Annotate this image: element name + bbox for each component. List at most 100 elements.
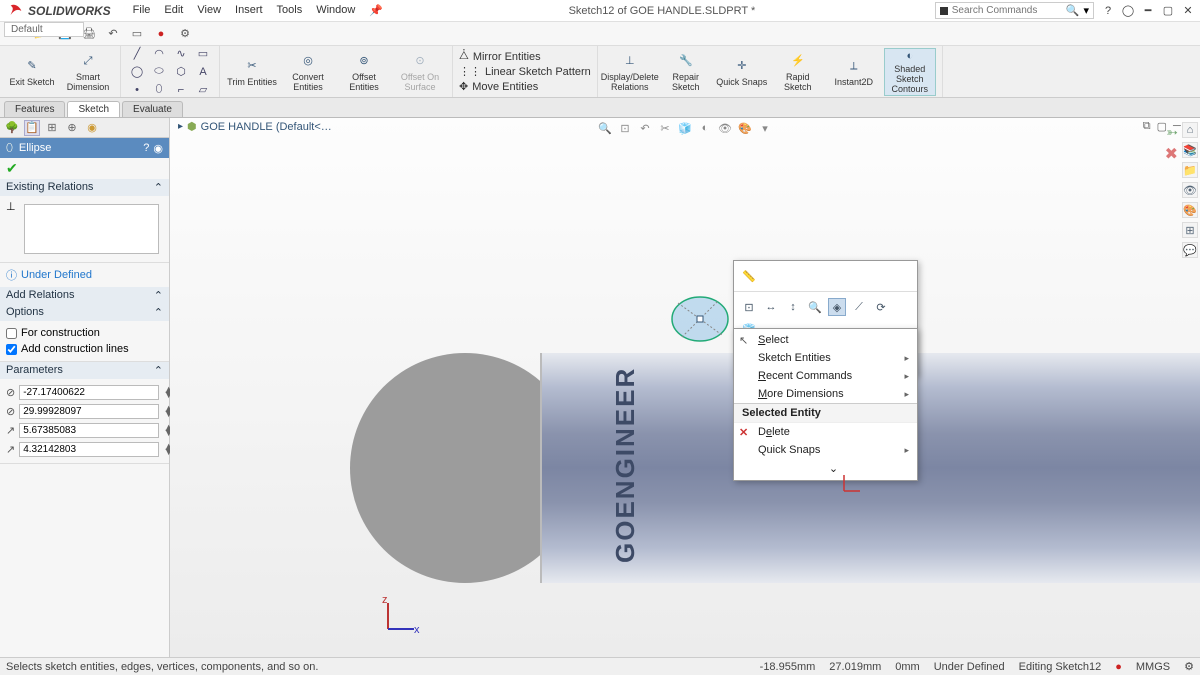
menu-file[interactable]: File (127, 2, 157, 19)
point-icon[interactable]: • (127, 82, 147, 98)
appearance-icon[interactable]: 🎨 (737, 120, 753, 136)
spline-icon[interactable]: ∿ (171, 46, 191, 62)
arc-icon[interactable]: ◠ (149, 46, 169, 62)
ctx-select[interactable]: ↖Select (734, 331, 917, 349)
doc-link-icon[interactable]: ⧉ (1143, 120, 1151, 133)
ctx-sketch-entities[interactable]: Sketch Entities▸ (734, 349, 917, 367)
ellipse-icon[interactable]: ⬯ (149, 82, 169, 98)
text-icon[interactable]: A (193, 64, 213, 80)
menu-insert[interactable]: Insert (229, 2, 269, 19)
scene-icon[interactable]: ▾ (757, 120, 773, 136)
move-entities-button[interactable]: ✥Move Entities (459, 80, 591, 93)
menu-tools[interactable]: Tools (271, 2, 309, 19)
tp-custom-icon[interactable]: ⊞ (1182, 222, 1198, 238)
options-icon[interactable]: ⚙ (174, 24, 196, 44)
ellipse-sketch-entity[interactable] (670, 293, 730, 345)
tp-view-icon[interactable]: 👁 (1182, 182, 1198, 198)
ctx-smart-icon[interactable]: ⟳ (872, 298, 890, 316)
plane-icon[interactable]: ▱ (193, 82, 213, 98)
menu-pin-icon[interactable]: 📌 (363, 2, 389, 19)
tp-library-icon[interactable]: 📚 (1182, 142, 1198, 158)
menu-edit[interactable]: Edit (158, 2, 189, 19)
line-icon[interactable]: ╱ (127, 46, 147, 62)
zoom-area-icon[interactable]: ⊡ (617, 120, 633, 136)
ctx-quick-snaps[interactable]: Quick Snaps▸ (734, 441, 917, 459)
convert-entities-button[interactable]: ◎Convert Entities (282, 48, 334, 96)
view-orient-icon[interactable]: 🧊 (677, 120, 693, 136)
pm-config-icon[interactable]: ⊞ (44, 120, 60, 136)
circle-icon[interactable]: ◯ (127, 64, 147, 80)
pm-existing-relations-header[interactable]: Existing Relations⌃ (0, 179, 169, 196)
user-icon[interactable]: ◯ (1122, 5, 1134, 17)
smart-dimension-button[interactable]: ⤢Smart Dimension (62, 48, 114, 96)
polygon-icon[interactable]: ⬡ (171, 64, 191, 80)
ctx-normal-icon[interactable]: ◈ (828, 298, 846, 316)
quick-snaps-button[interactable]: ✛Quick Snaps (716, 48, 768, 96)
undo-icon[interactable]: ↶ (102, 24, 124, 44)
rect-icon[interactable]: ▭ (193, 46, 213, 62)
pm-appear-icon[interactable]: ◉ (84, 120, 100, 136)
pm-help-icon[interactable]: ? (143, 142, 149, 155)
for-construction-checkbox[interactable]: For construction (6, 325, 163, 341)
ctx-delete[interactable]: ✕Delete (734, 423, 917, 441)
ctx-fix-icon[interactable]: ⊡ (740, 298, 758, 316)
rapid-sketch-button[interactable]: ⚡Rapid Sketch (772, 48, 824, 96)
mirror-entities-button[interactable]: ⧊Mirror Entities (459, 50, 591, 63)
menu-view[interactable]: View (191, 2, 227, 19)
pm-parameters-header[interactable]: Parameters⌃ (0, 362, 169, 379)
ctx-construction-icon[interactable]: ⟋ (850, 298, 868, 316)
exit-sketch-button[interactable]: ✎Exit Sketch (6, 48, 58, 96)
section-icon[interactable]: ✂ (657, 120, 673, 136)
ctx-horiz-icon[interactable]: ↔ (762, 298, 780, 316)
prev-view-icon[interactable]: ↶ (637, 120, 653, 136)
repair-sketch-button[interactable]: 🔧Repair Sketch (660, 48, 712, 96)
pm-options-header[interactable]: Options⌃ (0, 304, 169, 321)
status-gear-icon[interactable]: ⚙ (1184, 660, 1194, 673)
breadcrumb[interactable]: ▸ ⬢ GOE HANDLE (Default<… (178, 120, 332, 133)
pm-tree-icon[interactable]: 🌳 (4, 120, 20, 136)
hide-show-icon[interactable]: 👁 (717, 120, 733, 136)
pm-dim-icon[interactable]: ⊕ (64, 120, 80, 136)
tab-evaluate[interactable]: Evaluate (122, 101, 183, 117)
graphics-viewport[interactable]: ▸ ⬢ GOE HANDLE (Default<… 🔍 ⊡ ↶ ✂ 🧊 ◐ 👁 … (170, 118, 1200, 657)
display-relations-button[interactable]: ⊥Display/Delete Relations (604, 48, 656, 96)
tp-forum-icon[interactable]: 💬 (1182, 242, 1198, 258)
close-sketch-icon[interactable]: ✖ (1165, 144, 1178, 164)
pm-ok-button[interactable]: ✔ (0, 158, 169, 179)
ctx-zoom-icon[interactable]: 🔍 (806, 298, 824, 316)
tab-sketch[interactable]: Sketch (67, 101, 120, 117)
add-construction-lines-checkbox[interactable]: Add construction lines (6, 341, 163, 357)
tp-resources-icon[interactable]: ⌂ (1182, 122, 1198, 138)
slot-icon[interactable]: ⬭ (149, 64, 169, 80)
search-dropdown-icon[interactable]: ▾ (1083, 4, 1089, 17)
ctx-dim-icon[interactable]: 📏 (740, 267, 758, 285)
close-button[interactable]: ✕ (1182, 5, 1194, 17)
search-icon[interactable]: 🔍 (1066, 4, 1080, 17)
maximize-button[interactable]: ▢ (1162, 5, 1174, 17)
status-rebuild-icon[interactable]: ● (1115, 661, 1122, 673)
linear-pattern-button[interactable]: ⋮⋮Linear Sketch Pattern (459, 65, 591, 78)
param-y-input[interactable] (19, 404, 159, 419)
trim-entities-button[interactable]: ✂Trim Entities (226, 48, 278, 96)
menu-window[interactable]: Window (310, 2, 361, 19)
rebuild-icon[interactable]: ● (150, 24, 172, 44)
help-icon[interactable]: ? (1102, 5, 1114, 17)
zoom-fit-icon[interactable]: 🔍 (597, 120, 613, 136)
minimize-button[interactable]: ━ (1142, 5, 1154, 17)
confirm-sketch-icon[interactable]: ➳ (1166, 124, 1178, 141)
pm-props-icon[interactable]: 📋 (24, 120, 40, 136)
search-input[interactable] (952, 5, 1062, 16)
shaded-contours-button[interactable]: ◐Shaded Sketch Contours (884, 48, 936, 96)
param-r1-input[interactable] (19, 423, 159, 438)
ctx-expand[interactable]: ⌄ (734, 459, 917, 478)
configuration-selector[interactable]: Default (4, 22, 84, 37)
relations-list[interactable] (24, 204, 159, 254)
tp-appear-icon[interactable]: 🎨 (1182, 202, 1198, 218)
tp-explorer-icon[interactable]: 📁 (1182, 162, 1198, 178)
pm-pin-icon[interactable]: ◉ (153, 142, 163, 155)
select-icon[interactable]: ▭ (126, 24, 148, 44)
ctx-vert-icon[interactable]: ↕ (784, 298, 802, 316)
search-commands[interactable]: 🔍 ▾ (935, 2, 1094, 19)
status-units[interactable]: MMGS (1136, 661, 1170, 673)
display-style-icon[interactable]: ◐ (697, 120, 713, 136)
